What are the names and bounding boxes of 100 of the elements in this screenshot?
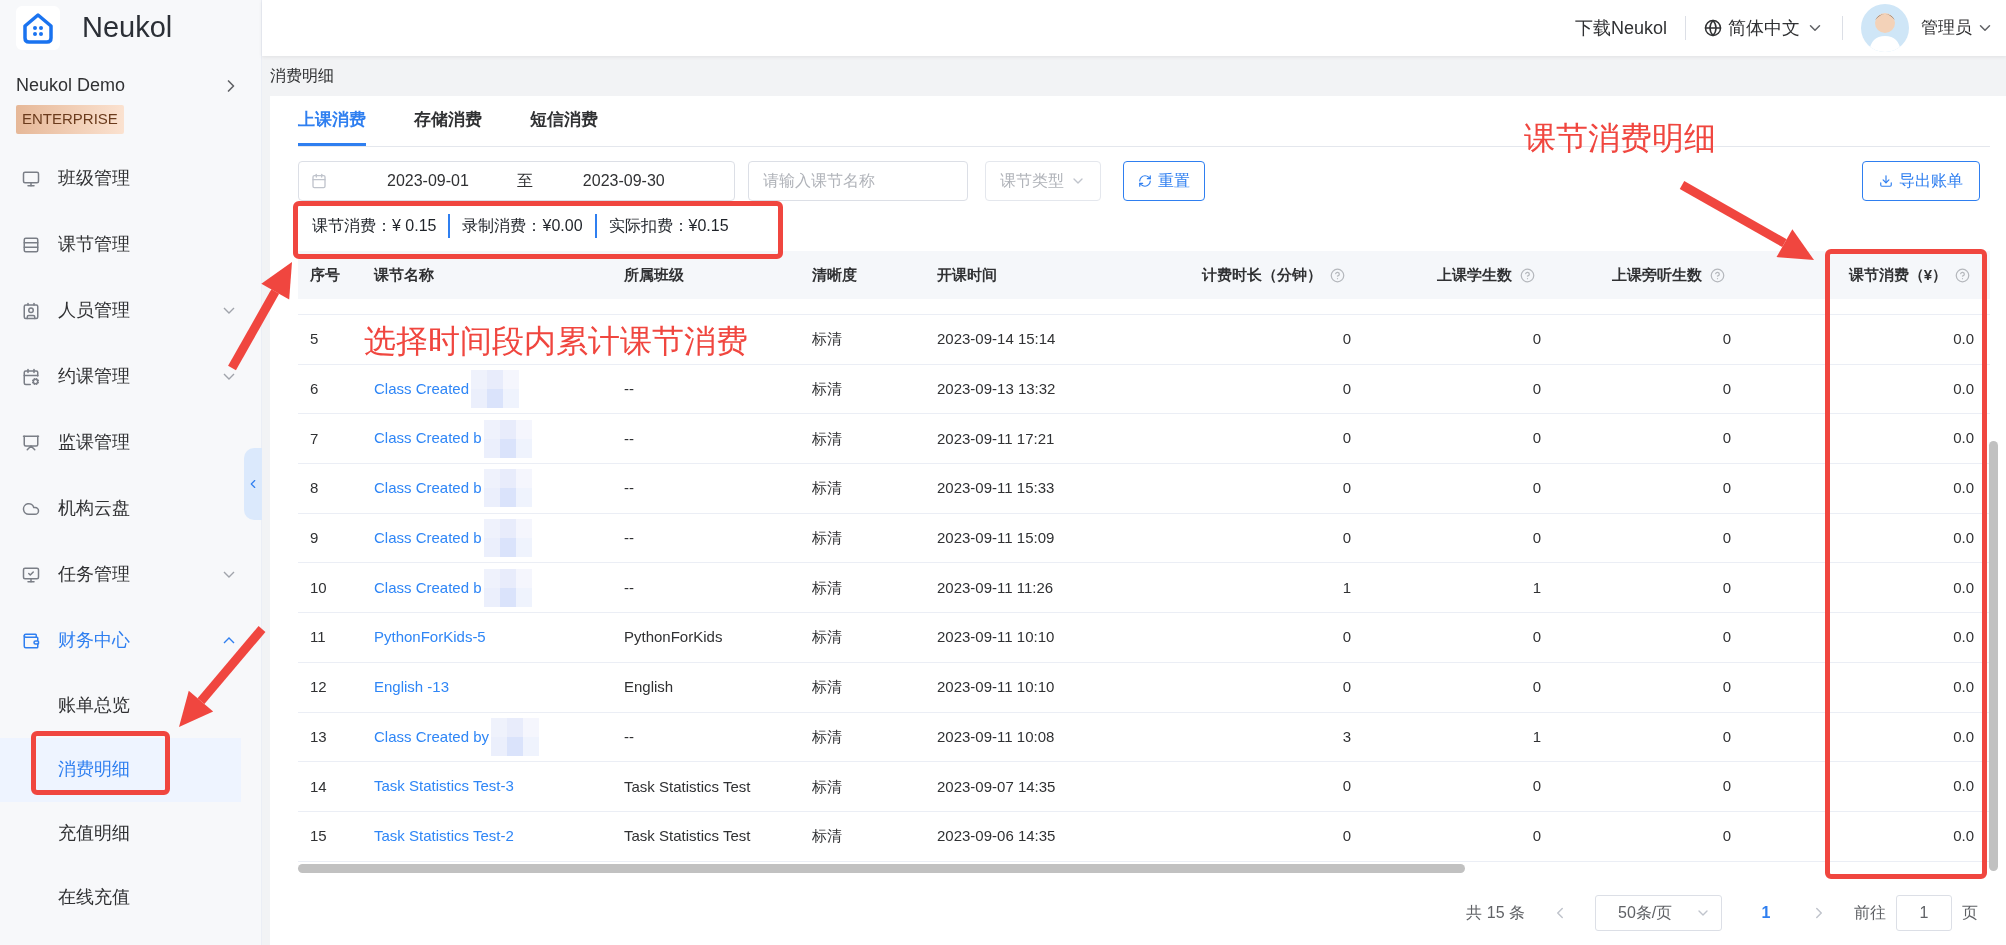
table-cell-text: 0.0 xyxy=(1953,478,1974,499)
lesson-link[interactable]: Class Created b xyxy=(374,526,482,550)
table-cell-text: 0 xyxy=(1342,478,1351,499)
lesson-link[interactable]: Class Created b xyxy=(374,477,482,500)
menu-item[interactable]: 财务中心 xyxy=(0,607,241,674)
page-number[interactable]: 1 xyxy=(1748,900,1784,925)
table-cell-text: 0 xyxy=(1532,329,1541,350)
table-cell: 2023-09-11 15:09 xyxy=(937,529,1055,547)
lesson-link[interactable]: PythonForKids-5 xyxy=(374,626,486,649)
wallet-icon xyxy=(22,631,40,650)
table-cell-text: 0 xyxy=(1532,527,1541,548)
lesson-name-field[interactable]: 请输入课节名称 xyxy=(748,161,968,201)
table-cell-text: 0.0 xyxy=(1953,776,1974,797)
organization-name[interactable]: Neukol Demo xyxy=(16,72,126,99)
table-cell: 标清 xyxy=(812,578,842,596)
menu-item[interactable]: 课节管理 xyxy=(0,211,241,278)
table-cell: 标清 xyxy=(812,380,842,398)
menu-item[interactable]: 机构云盘 xyxy=(0,475,241,542)
lesson-link[interactable]: Class Created b xyxy=(374,576,482,600)
table-cell: -- xyxy=(624,578,634,596)
date-range-field[interactable]: 2023-09-01 至 2023-09-30 xyxy=(298,161,735,201)
table-cell: 8 xyxy=(310,479,319,497)
table-cell-text: 0.0 xyxy=(1953,428,1974,449)
table-cell-text: 3 xyxy=(1342,726,1351,747)
column-header: 清晰度 xyxy=(812,264,857,285)
lesson-link[interactable]: Class Created xyxy=(374,377,470,401)
table-cell: 2023-09-11 17:21 xyxy=(937,429,1055,447)
lesson-link[interactable]: Class Created by xyxy=(374,725,490,749)
table-cell-text: 0 xyxy=(1722,378,1731,399)
logo-icon xyxy=(16,6,60,50)
calendar-gear-icon xyxy=(22,367,40,386)
table-cell-text: 1 xyxy=(1532,577,1541,598)
menu-item[interactable]: 监课管理 xyxy=(0,409,241,476)
tab[interactable]: 上课消费 xyxy=(298,96,366,146)
table-cell-text: 0.0 xyxy=(1953,378,1974,399)
table-cell-text: 0 xyxy=(1342,527,1351,548)
horizontal-scrollbar[interactable] xyxy=(298,863,1465,873)
table-cell-text: 1 xyxy=(1532,726,1541,747)
brand-name: Neukol xyxy=(82,10,173,46)
language-selector[interactable]: 简体中文 xyxy=(1728,14,1800,42)
table-cell: 7 xyxy=(310,429,319,447)
collapse-handle[interactable] xyxy=(244,448,262,520)
table-cell-text: 0 xyxy=(1722,676,1731,697)
lesson-link[interactable]: Task Statistics Test-3 xyxy=(374,775,514,798)
list-icon xyxy=(22,235,40,254)
page-size-select[interactable]: 50条/页 xyxy=(1595,894,1722,931)
chart-screen-icon xyxy=(22,433,40,452)
table-cell: 2023-09-11 10:10 xyxy=(937,678,1055,696)
table-cell-text: 0 xyxy=(1532,676,1541,697)
submenu-item[interactable]: 在线充值 xyxy=(0,865,241,930)
column-header: 计费时长（分钟） xyxy=(1202,264,1322,285)
submenu-item[interactable]: 充值明细 xyxy=(0,801,241,866)
menu-item[interactable]: 任务管理 xyxy=(0,541,241,608)
export-button[interactable]: 导出账单 xyxy=(1862,161,1980,201)
column-header: 上课旁听生数 xyxy=(1612,264,1702,285)
table-cell-text: 0 xyxy=(1342,676,1351,697)
table-cell-text: 0 xyxy=(1722,726,1731,747)
table-cell-text: 0 xyxy=(1532,378,1541,399)
plan-badge: ENTERPRISE xyxy=(16,105,124,134)
page-input[interactable]: 1 xyxy=(1896,894,1952,931)
table-cell-text: 0 xyxy=(1722,627,1731,648)
table-cell: 标清 xyxy=(812,628,842,646)
lesson-link[interactable]: Task Statistics Test-2 xyxy=(374,824,514,848)
menu-item[interactable]: 约课管理 xyxy=(0,343,241,410)
submenu-item[interactable]: 账单总览 xyxy=(0,673,241,738)
table-cell: -- xyxy=(624,529,634,547)
download-link[interactable]: 下载Neukol xyxy=(1574,14,1667,42)
menu-item[interactable]: 人员管理 xyxy=(0,277,241,344)
table-cell: 15 xyxy=(310,827,327,845)
table-cell-text: 0 xyxy=(1722,776,1731,797)
breadcrumb: 消费明细 xyxy=(270,66,334,86)
table-cell: 2023-09-06 14:35 xyxy=(937,827,1056,845)
table-cell-text: 0.0 xyxy=(1953,676,1974,697)
table-cell: 标清 xyxy=(812,727,842,745)
chevron-down-icon xyxy=(223,307,235,314)
table-cell: 2023-09-13 13:32 xyxy=(937,380,1056,398)
table-cell-text: 0 xyxy=(1532,776,1541,797)
tab[interactable]: 存储消费 xyxy=(414,96,482,146)
table-cell: -- xyxy=(624,380,634,398)
table-cell-text: 0 xyxy=(1342,627,1351,648)
lesson-link[interactable]: English -13 xyxy=(374,675,450,699)
avatar-icon[interactable] xyxy=(1861,4,1909,52)
lesson-link[interactable]: Class Created b xyxy=(374,427,482,450)
table-cell: English xyxy=(624,678,674,696)
table-cell-text: 0.0 xyxy=(1953,577,1974,598)
table-cell-text: 0 xyxy=(1722,428,1731,449)
column-header: 课节消费（¥） xyxy=(1848,264,1947,285)
table-cell: 2023-09-11 15:33 xyxy=(937,479,1055,497)
monitor-check-icon xyxy=(22,565,40,584)
reset-button[interactable]: 重置 xyxy=(1123,161,1205,201)
menu-item[interactable]: 班级管理 xyxy=(0,145,241,212)
submenu-item[interactable]: 消费明细 xyxy=(0,737,241,802)
column-header: 开课时间 xyxy=(937,264,997,285)
help-icon xyxy=(1330,267,1345,283)
user-name[interactable]: 管理员 xyxy=(1921,15,1972,41)
table-cell-text: 0 xyxy=(1722,329,1731,350)
table-cell: 14 xyxy=(310,777,327,795)
tab[interactable]: 短信消费 xyxy=(530,96,598,146)
end-date: 2023-09-30 xyxy=(582,171,665,191)
vertical-scrollbar[interactable] xyxy=(1989,441,1998,871)
